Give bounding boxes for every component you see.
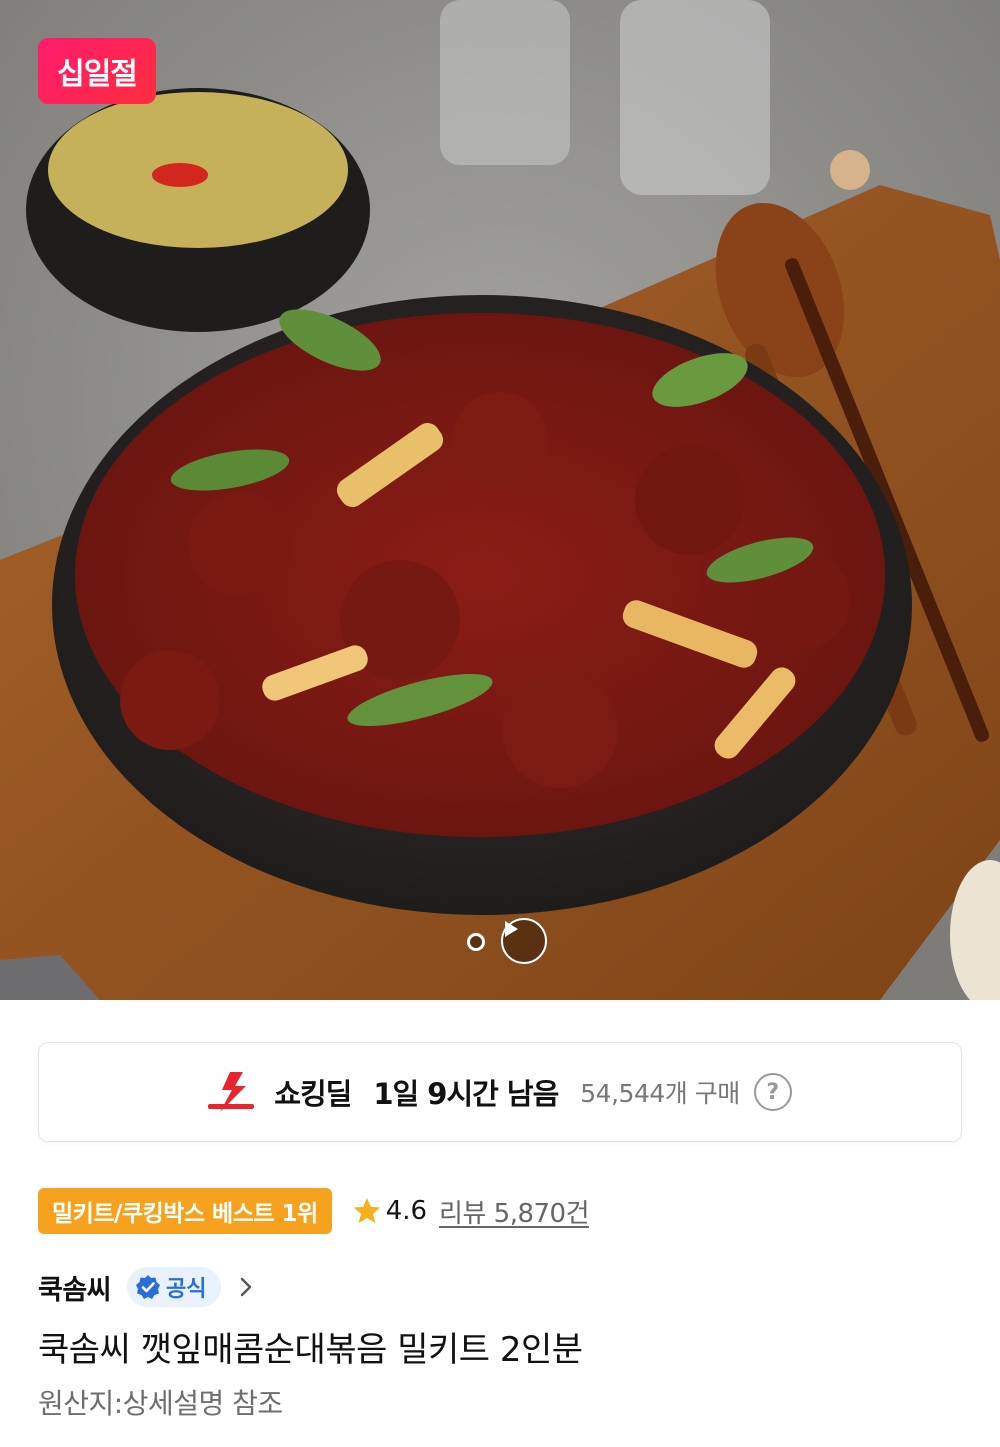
play-triangle-icon — [505, 921, 518, 937]
chevron-right-icon[interactable] — [237, 1274, 255, 1300]
rating-value: 4.6 — [385, 1196, 428, 1226]
official-badge: 공식 — [127, 1267, 221, 1307]
deal-time-left: 1일 9시간 남음 — [373, 1077, 559, 1111]
play-icon[interactable] — [501, 918, 547, 964]
seller-name[interactable]: 쿡솜씨 — [38, 1268, 112, 1307]
official-label: 공식 — [166, 1277, 207, 1302]
seller-row[interactable]: 쿡솜씨 공식 — [38, 1266, 255, 1308]
product-image-carousel[interactable]: 십일절 — [0, 0, 1000, 1000]
origin-text: 원산지:상세설명 참조 — [38, 1387, 283, 1420]
deal-title: 쇼킹딜 — [274, 1077, 352, 1111]
shocking-deal-icon — [208, 1072, 255, 1112]
product-title: 쿡솜씨 깻잎매콤순대볶음 밀키트 2인분 — [38, 1330, 583, 1370]
review-count-link[interactable]: 리뷰 5,870건 — [439, 1193, 589, 1230]
product-photo — [0, 0, 1000, 1000]
event-badge: 십일절 — [38, 38, 156, 104]
best-rank-badge[interactable]: 밀키트/쿠킹박스 베스트 1위 — [38, 1188, 332, 1234]
rank-rating-row: 밀키트/쿠킹박스 베스트 1위 4.6 리뷰 5,870건 — [38, 1188, 590, 1234]
shocking-deal-bar[interactable]: 쇼킹딜 1일 9시간 남음 54,544개 구매 ? — [38, 1042, 962, 1142]
star-icon — [353, 1197, 380, 1223]
deal-purchase-count: 54,544개 구매 — [580, 1079, 740, 1108]
help-icon[interactable]: ? — [753, 1073, 792, 1111]
verified-check-icon — [136, 1275, 161, 1299]
carousel-dot-icon[interactable] — [467, 933, 485, 951]
